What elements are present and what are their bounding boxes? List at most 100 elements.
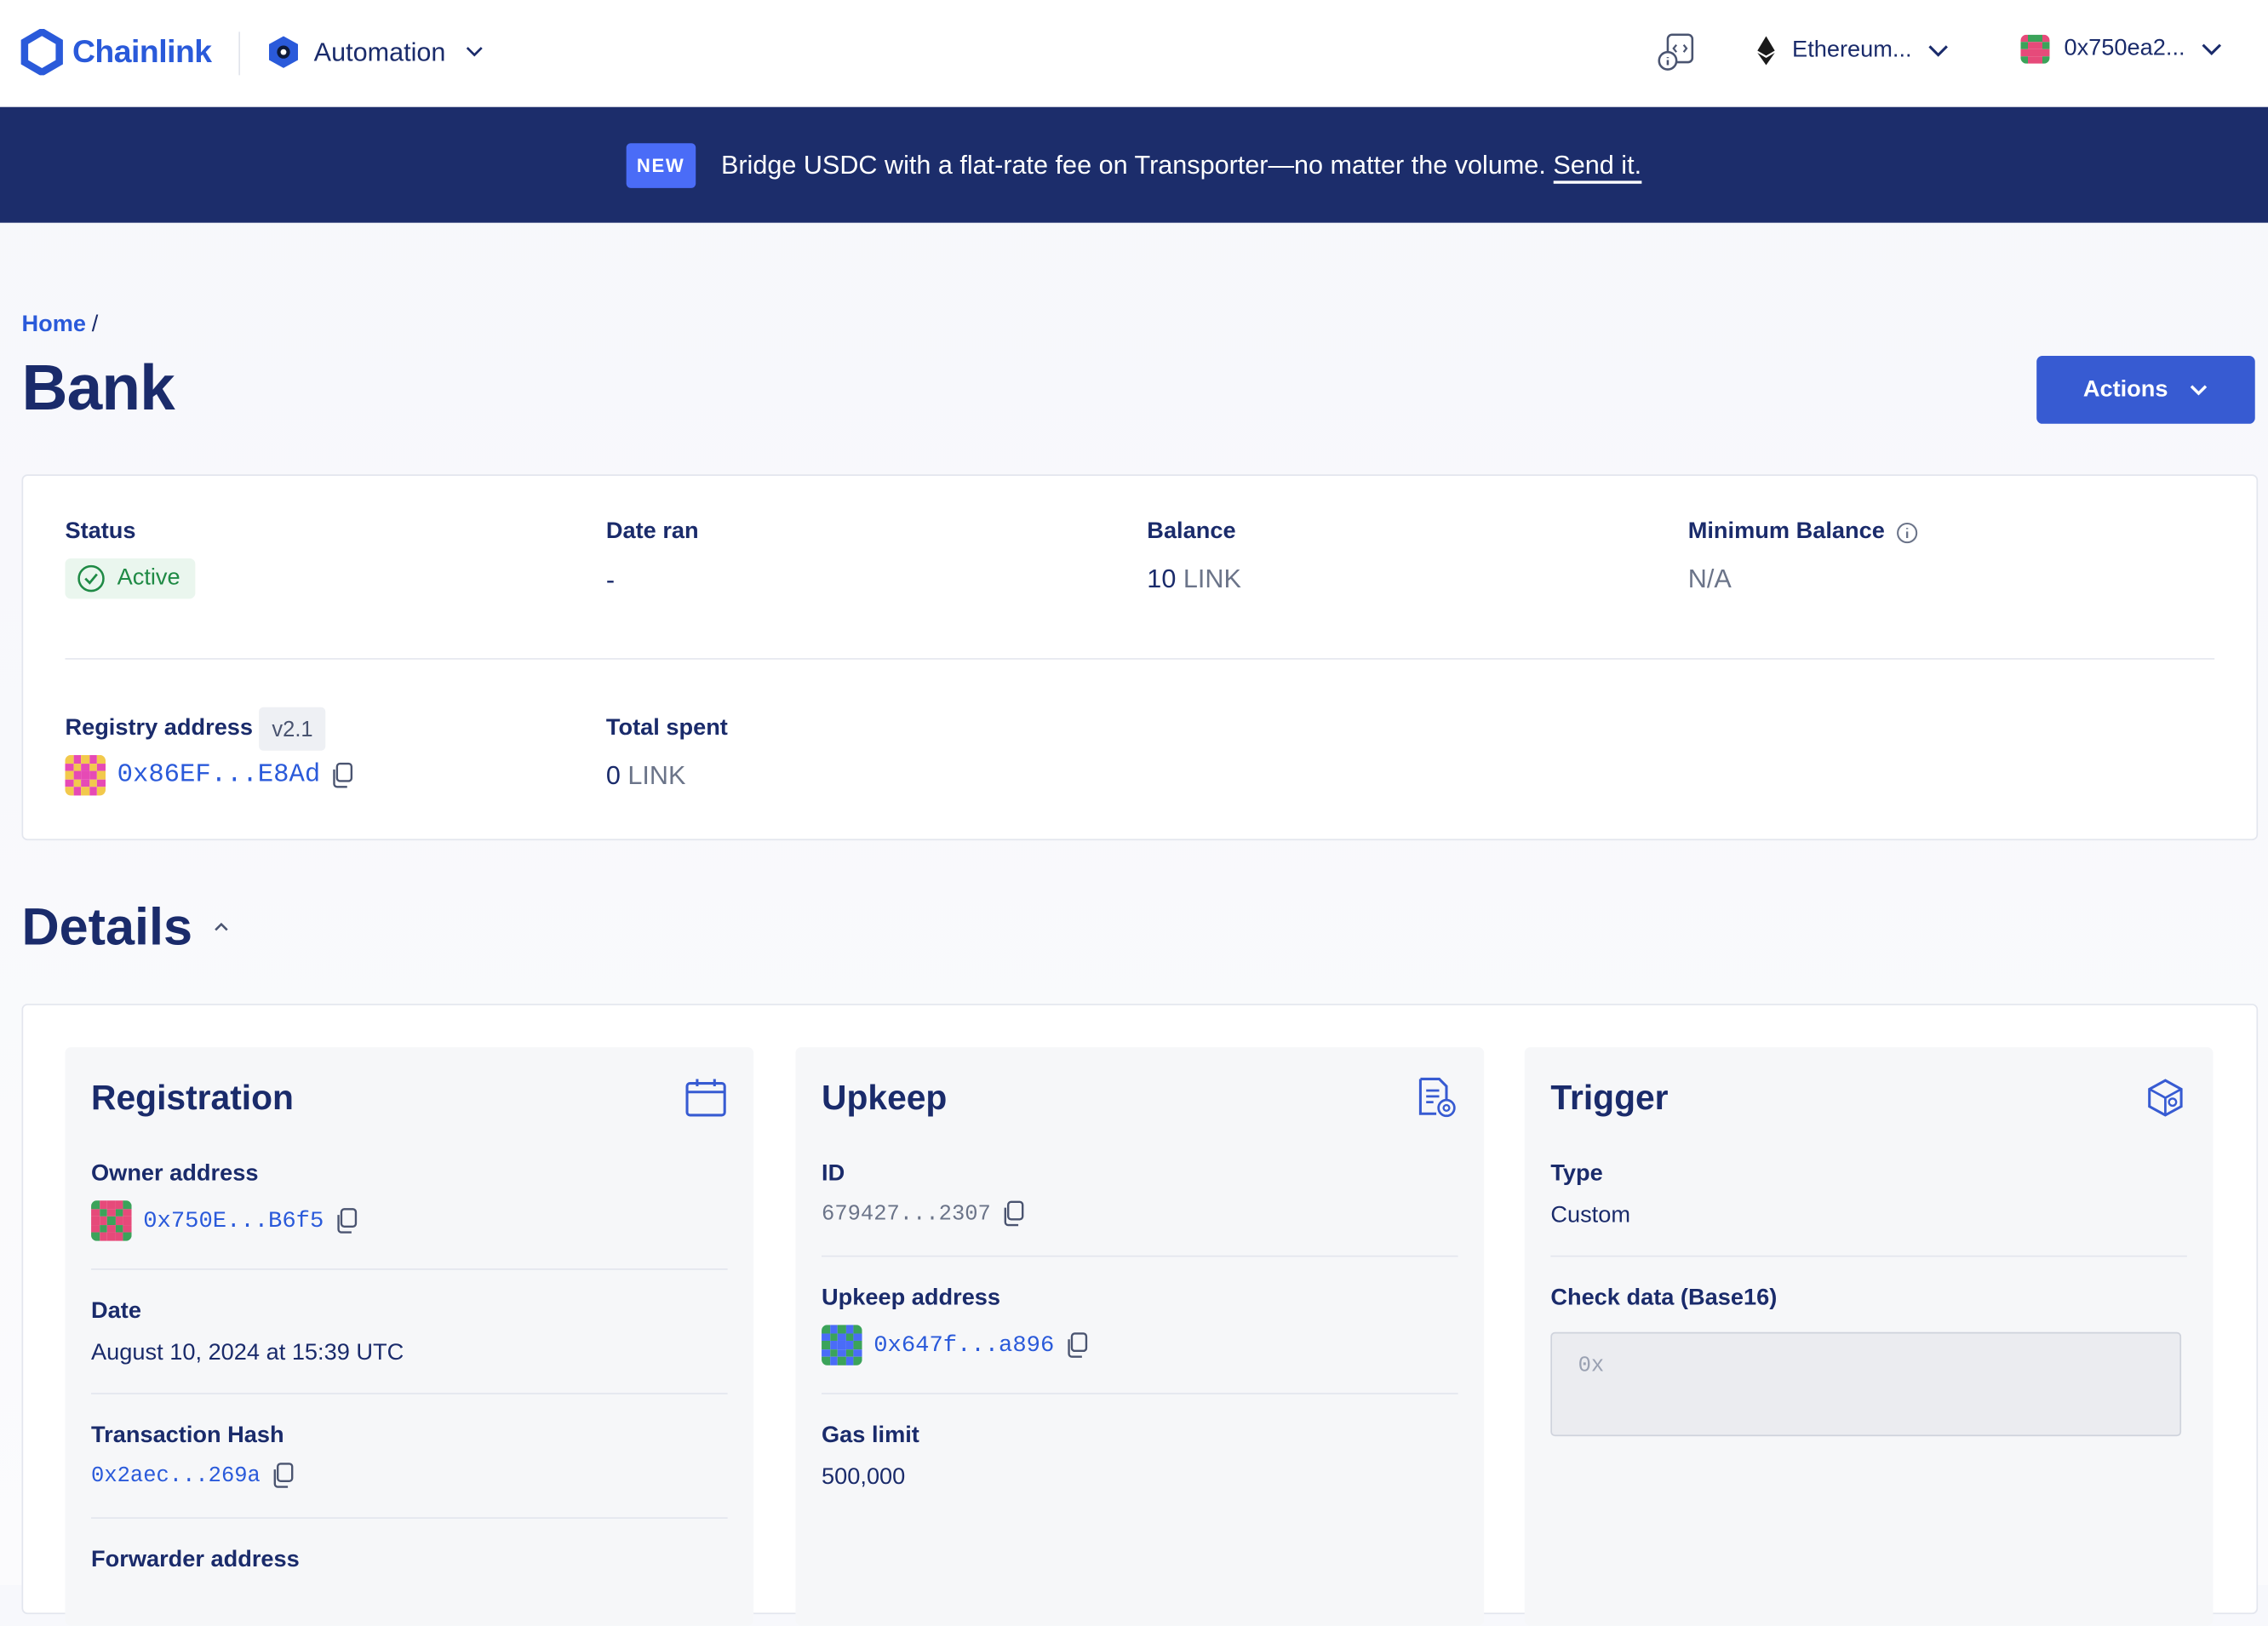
transaction-hash-row: 0x2aec...269a [91, 1463, 295, 1489]
check-data-textarea[interactable]: 0x [1550, 1331, 2182, 1437]
total-spent-label: Total spent [605, 716, 728, 741]
min-balance-label: Minimum Balance [1687, 518, 1885, 544]
check-data-placeholder: 0x [1578, 1354, 1605, 1379]
transaction-hash-label: Transaction Hash [91, 1423, 284, 1448]
gas-limit-value: 500,000 [822, 1465, 906, 1490]
balance-label: Balance [1147, 518, 1236, 544]
breadcrumb-separator: / [91, 312, 99, 337]
upkeep-id: 679427...2307 [822, 1201, 991, 1226]
chevron-down-icon [2190, 385, 2207, 396]
banner-message: Bridge USDC with a flat-rate fee on Tran… [720, 149, 1546, 179]
owner-address-label: Owner address [91, 1161, 259, 1187]
panel-divider [91, 1393, 728, 1394]
status-value: Active [117, 565, 180, 591]
min-balance-value: N/A [1687, 564, 1732, 593]
forwarder-address-label: Forwarder address [91, 1547, 300, 1572]
panel-divider [1550, 1255, 2187, 1257]
document-settings-icon [1418, 1077, 1456, 1118]
date-label: Date [91, 1298, 141, 1324]
date-value: August 10, 2024 at 15:39 UTC [91, 1340, 404, 1365]
network-selector[interactable]: Ethereum... [1755, 35, 1950, 66]
panel-divider [91, 1268, 728, 1270]
details-title: Details [21, 896, 193, 957]
owner-avatar [91, 1200, 132, 1241]
upkeep-panel: Upkeep ID 679427...2307 Upkeep address 0… [795, 1047, 1485, 1626]
check-circle-icon [77, 564, 105, 593]
owner-address-row: 0x750E...B6f5 [91, 1200, 358, 1241]
details-card: Registration Owner address 0x750E...B6f5 [21, 1004, 2259, 1626]
calendar-icon [685, 1079, 726, 1117]
breadcrumb-home[interactable]: Home [21, 312, 86, 337]
balance-amount: 10 [1147, 564, 1177, 593]
breadcrumb: Home / [21, 312, 98, 339]
panel-divider [91, 1517, 728, 1519]
registry-version-badge: v2.1 [259, 707, 326, 751]
min-balance-label-wrap: Minimum Balance [1688, 519, 1918, 546]
registration-panel: Registration Owner address 0x750E...B6f5 [65, 1047, 754, 1626]
actions-button[interactable]: Actions [2036, 355, 2255, 424]
panel-divider [822, 1255, 1458, 1257]
date-ran-label: Date ran [605, 518, 699, 544]
upkeep-address[interactable]: 0x647f...a896 [873, 1332, 1054, 1359]
actions-label: Actions [2082, 376, 2168, 402]
brand-name: Chainlink [72, 33, 212, 70]
status-label: Status [65, 518, 136, 544]
chevron-down-icon [466, 47, 483, 57]
header-divider [238, 31, 241, 76]
registry-address-row: 0x86EF...E8Ad [65, 754, 355, 796]
upkeep-avatar [822, 1325, 862, 1365]
transaction-hash[interactable]: 0x2aec...269a [91, 1463, 261, 1488]
status-badge: Active [65, 558, 195, 599]
copy-icon[interactable] [1066, 1332, 1089, 1359]
upkeep-id-row: 679427...2307 [822, 1200, 1026, 1227]
automation-icon [269, 36, 298, 68]
upkeep-summary-card: Status Active Date ran - Balance 10 LINK… [21, 474, 2259, 841]
date-ran-value: - [605, 565, 616, 595]
owner-address[interactable]: 0x750E...B6f5 [143, 1208, 324, 1234]
developer-tools-icon[interactable] [1656, 31, 1697, 72]
wallet-avatar [2020, 34, 2050, 64]
registry-avatar [65, 754, 106, 796]
network-name: Ethereum... [1792, 37, 1912, 63]
details-section-toggle[interactable]: Details [21, 896, 230, 957]
banner-link[interactable]: Send it. [1553, 149, 1642, 183]
product-name: Automation [313, 37, 446, 66]
page-title: Bank [21, 352, 175, 424]
trigger-panel: Trigger Type Custom Check data (Base16) … [1524, 1047, 2214, 1626]
upkeep-address-row: 0x647f...a896 [822, 1325, 1089, 1365]
new-badge: NEW [626, 142, 696, 188]
copy-icon[interactable] [332, 762, 355, 788]
panel-divider [822, 1393, 1458, 1394]
registration-title: Registration [91, 1079, 294, 1119]
announcement-banner: NEW Bridge USDC with a flat-rate fee on … [0, 106, 2268, 223]
wallet-address: 0x750ea2... [2064, 36, 2185, 61]
balance-value: 10 LINK [1147, 564, 1241, 595]
total-spent-amount: 0 [605, 760, 621, 790]
chainlink-logo[interactable]: Chainlink [20, 28, 212, 76]
summary-divider [65, 658, 2215, 660]
product-selector[interactable]: Automation [267, 35, 483, 70]
trigger-title: Trigger [1550, 1079, 1669, 1119]
top-bar: Chainlink Automation Ethereum... 0x750ea… [0, 0, 2268, 109]
cube-icon [2148, 1079, 2183, 1117]
upkeep-address-label: Upkeep address [822, 1285, 1001, 1311]
copy-icon[interactable] [272, 1463, 295, 1489]
ethereum-icon [1757, 36, 1775, 66]
upkeep-id-label: ID [822, 1161, 845, 1187]
info-icon[interactable] [1896, 521, 1918, 543]
gas-limit-label: Gas limit [822, 1423, 919, 1448]
chainlink-hexagon-icon [20, 28, 63, 76]
registry-label: Registry address [65, 716, 254, 741]
wallet-selector[interactable]: 0x750ea2... [2020, 34, 2223, 64]
copy-icon[interactable] [335, 1208, 358, 1234]
upkeep-title: Upkeep [822, 1079, 948, 1119]
registry-address[interactable]: 0x86EF...E8Ad [117, 761, 321, 790]
chevron-down-icon [1927, 45, 1948, 57]
chevron-down-icon [2201, 43, 2221, 56]
trigger-type-value: Custom [1550, 1203, 1630, 1228]
trigger-type-label: Type [1550, 1161, 1603, 1187]
total-spent-unit: LINK [627, 760, 686, 790]
check-data-label: Check data (Base16) [1550, 1285, 1778, 1311]
copy-icon[interactable] [1002, 1200, 1025, 1227]
total-spent-value: 0 LINK [606, 761, 686, 792]
